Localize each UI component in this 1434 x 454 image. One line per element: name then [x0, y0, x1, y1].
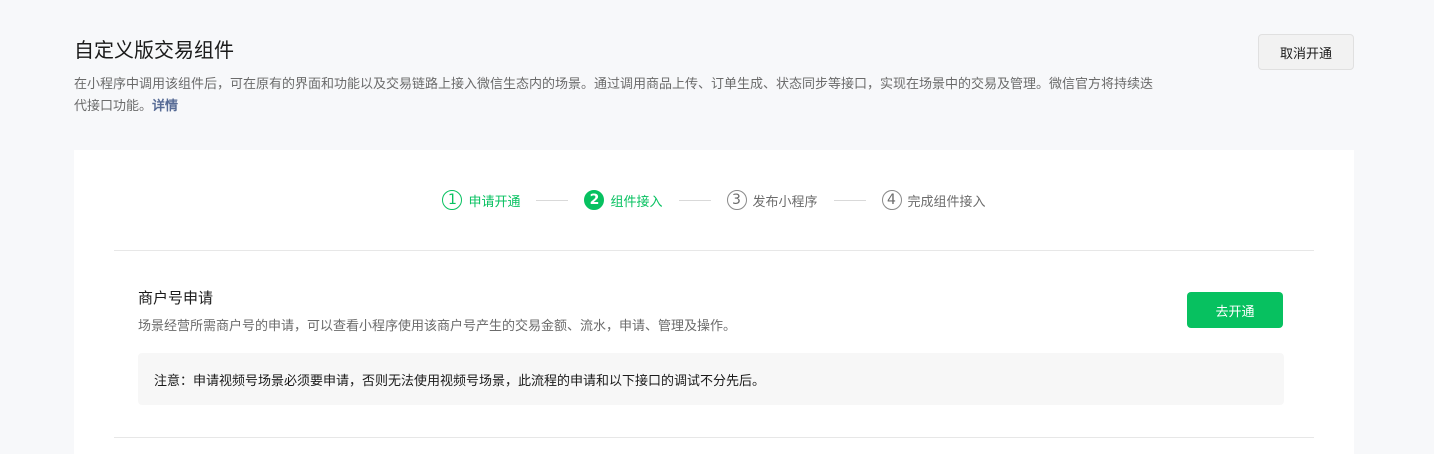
step-2: 2 组件接入 — [584, 190, 663, 210]
step-4: 4 完成组件接入 — [881, 190, 986, 210]
details-link[interactable]: 详情 — [152, 99, 178, 114]
notice-box: 注意：申请视频号场景必须要申请，否则无法使用视频号场景，此流程的申请和以下接口的… — [138, 353, 1284, 405]
page-description-text: 在小程序中调用该组件后，可在原有的界面和功能以及交易链路上接入微信生态内的场景。… — [74, 77, 1154, 114]
step-3-label: 发布小程序 — [752, 194, 818, 210]
step-3: 3 发布小程序 — [726, 190, 818, 210]
notice-text: 注意：申请视频号场景必须要申请，否则无法使用视频号场景，此流程的申请和以下接口的… — [154, 373, 766, 389]
go-activate-button[interactable]: 去开通 — [1187, 292, 1283, 328]
step-4-number: 4 — [881, 190, 902, 210]
step-connector — [678, 199, 711, 201]
step-indicator: 1 申请开通 2 组件接入 3 发布小程序 4 完成组件接入 — [74, 188, 1354, 212]
page-description: 在小程序中调用该组件后，可在原有的界面和功能以及交易链路上接入微信生态内的场景。… — [74, 74, 1154, 118]
step-1-number: 1 — [442, 190, 463, 210]
step-1: 1 申请开通 — [442, 190, 520, 210]
step-connector — [536, 199, 569, 201]
page: 自定义版交易组件 在小程序中调用该组件后，可在原有的界面和功能以及交易链路上接入… — [0, 0, 1434, 454]
step-3-number: 3 — [726, 190, 747, 210]
step-connector — [833, 199, 866, 201]
step-2-label: 组件接入 — [610, 194, 663, 210]
divider — [114, 250, 1314, 251]
step-4-label: 完成组件接入 — [907, 194, 986, 210]
step-2-number: 2 — [584, 190, 605, 210]
step-1-label: 申请开通 — [468, 194, 521, 210]
content-card: 1 申请开通 2 组件接入 3 发布小程序 4 完成组件接入 商户号申请 场景经… — [74, 150, 1354, 454]
merchant-section-title: 商户号申请 — [138, 289, 214, 307]
cancel-activation-button[interactable]: 取消开通 — [1258, 34, 1354, 70]
merchant-section-description: 场景经营所需商户号的申请，可以查看小程序使用该商户号产生的交易金额、流水，申请、… — [138, 319, 737, 334]
page-title: 自定义版交易组件 — [74, 38, 234, 62]
divider — [114, 437, 1314, 438]
